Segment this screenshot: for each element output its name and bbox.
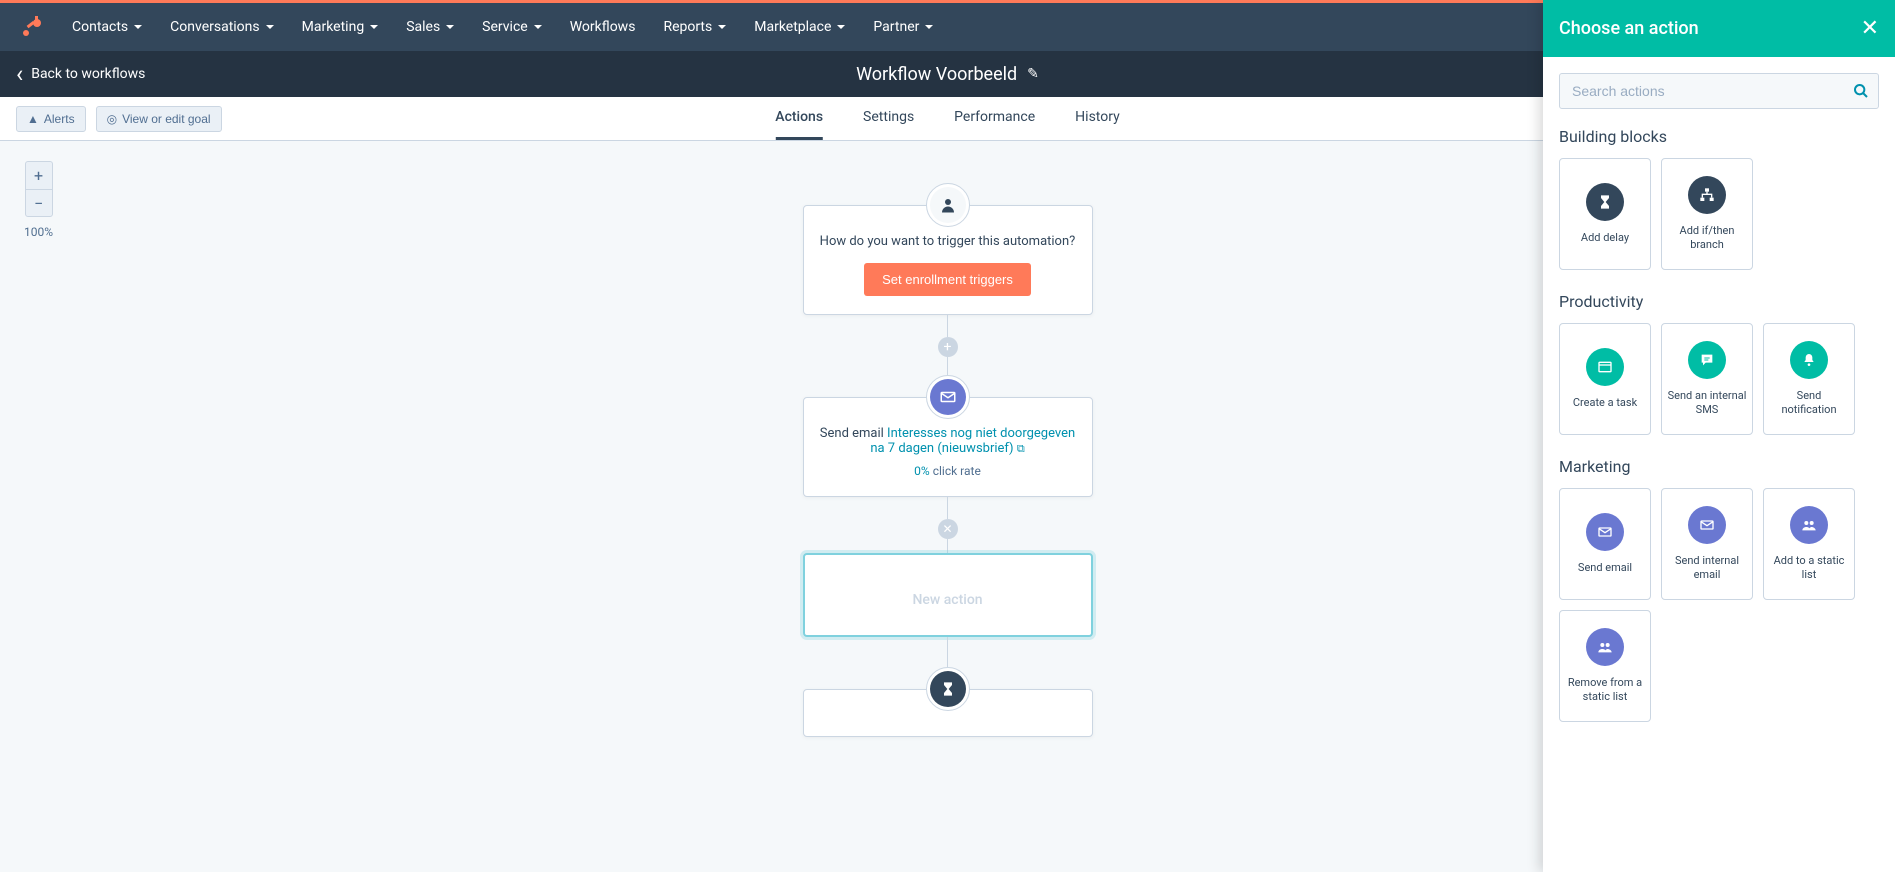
tile-send-email[interactable]: Send email bbox=[1559, 488, 1651, 600]
nav-marketing[interactable]: Marketing bbox=[302, 19, 379, 35]
section-building-title: Building blocks bbox=[1559, 127, 1879, 146]
workflow-title: Workflow Voorbeeld ✎ bbox=[856, 64, 1039, 85]
zoom-in-button[interactable]: + bbox=[25, 161, 53, 189]
tile-label: Send notification bbox=[1768, 389, 1850, 418]
hourglass-icon bbox=[930, 671, 966, 707]
tile-add-branch[interactable]: Add if/then branch bbox=[1661, 158, 1753, 270]
remove-action-button[interactable]: ✕ bbox=[938, 519, 958, 539]
delay-node-icon bbox=[926, 667, 970, 711]
tile-add-delay[interactable]: Add delay bbox=[1559, 158, 1651, 270]
people-icon bbox=[1790, 506, 1828, 544]
bell-icon bbox=[1790, 341, 1828, 379]
envelope-icon bbox=[1586, 513, 1624, 551]
zoom-controls: + − 100% bbox=[24, 161, 53, 239]
nav-conversations[interactable]: Conversations bbox=[170, 19, 273, 35]
back-to-workflows-link[interactable]: Back to workflows bbox=[0, 66, 145, 82]
search-icon bbox=[1853, 83, 1869, 99]
zoom-level: 100% bbox=[24, 225, 53, 239]
external-link-icon[interactable]: ⧉ bbox=[1017, 442, 1025, 455]
tile-add-static-list[interactable]: Add to a static list bbox=[1763, 488, 1855, 600]
tile-label: Add if/then branch bbox=[1666, 224, 1748, 253]
nav-contacts[interactable]: Contacts bbox=[72, 19, 142, 35]
people-icon bbox=[1586, 628, 1624, 666]
new-action-text: New action bbox=[912, 592, 982, 608]
close-icon[interactable]: ✕ bbox=[1861, 16, 1879, 41]
productivity-grid: Create a task Send an internal SMS Send … bbox=[1559, 323, 1879, 435]
panel-body: Building blocks Add delay Add if/then br… bbox=[1543, 57, 1895, 760]
connector bbox=[947, 497, 948, 519]
tile-label: Send internal email bbox=[1666, 554, 1748, 583]
email-prefix: Send email bbox=[820, 426, 887, 441]
tab-settings[interactable]: Settings bbox=[863, 97, 914, 140]
tab-actions[interactable]: Actions bbox=[775, 97, 823, 140]
building-grid: Add delay Add if/then branch bbox=[1559, 158, 1879, 270]
click-suffix: click rate bbox=[930, 464, 981, 478]
search-wrap bbox=[1559, 73, 1879, 109]
panel-header: Choose an action ✕ bbox=[1543, 0, 1895, 57]
marketing-grid: Send email Send internal email Add to a … bbox=[1559, 488, 1879, 722]
tile-label: Create a task bbox=[1573, 396, 1637, 410]
pencil-icon[interactable]: ✎ bbox=[1027, 66, 1039, 82]
nav-marketplace[interactable]: Marketplace bbox=[754, 19, 845, 35]
tile-label: Send an internal SMS bbox=[1666, 389, 1748, 418]
warning-icon: ▲ bbox=[27, 112, 39, 126]
tile-remove-static-list[interactable]: Remove from a static list bbox=[1559, 610, 1651, 722]
target-icon: ◎ bbox=[107, 112, 117, 126]
trigger-question: How do you want to trigger this automati… bbox=[820, 234, 1076, 249]
tile-label: Send email bbox=[1578, 561, 1632, 575]
panel-title: Choose an action bbox=[1559, 18, 1699, 39]
envelope-icon bbox=[1688, 506, 1726, 544]
tile-label: Remove from a static list bbox=[1564, 676, 1646, 705]
tile-send-notification[interactable]: Send notification bbox=[1763, 323, 1855, 435]
view-edit-goal-button[interactable]: ◎ View or edit goal bbox=[96, 106, 222, 132]
click-rate: 0% click rate bbox=[820, 464, 1076, 478]
person-icon bbox=[930, 187, 966, 223]
tabs: Actions Settings Performance History bbox=[775, 97, 1119, 140]
section-marketing-title: Marketing bbox=[1559, 457, 1879, 476]
nav-partner[interactable]: Partner bbox=[873, 19, 933, 35]
trigger-node-icon bbox=[926, 183, 970, 227]
email-action-text: Send email Interesses nog niet doorgegev… bbox=[820, 426, 1076, 456]
click-pct: 0% bbox=[914, 464, 930, 478]
alerts-button[interactable]: ▲ Alerts bbox=[16, 106, 86, 132]
connector bbox=[947, 539, 948, 553]
zoom-out-button[interactable]: − bbox=[25, 189, 53, 217]
nav-reports[interactable]: Reports bbox=[663, 19, 726, 35]
search-input[interactable] bbox=[1559, 73, 1879, 109]
goal-label: View or edit goal bbox=[122, 112, 211, 126]
tile-label: Add delay bbox=[1581, 231, 1629, 245]
envelope-icon bbox=[930, 379, 966, 415]
connector bbox=[947, 637, 948, 667]
alerts-label: Alerts bbox=[44, 112, 75, 126]
tab-history[interactable]: History bbox=[1075, 97, 1120, 140]
connector bbox=[947, 315, 948, 337]
nav-sales[interactable]: Sales bbox=[406, 19, 454, 35]
chat-icon bbox=[1688, 341, 1726, 379]
hourglass-icon bbox=[1586, 183, 1624, 221]
tab-performance[interactable]: Performance bbox=[954, 97, 1035, 140]
nav-workflows[interactable]: Workflows bbox=[570, 19, 636, 35]
branch-icon bbox=[1688, 176, 1726, 214]
email-name-link[interactable]: Interesses nog niet doorgegeven na 7 dag… bbox=[870, 426, 1075, 456]
add-action-button[interactable]: + bbox=[938, 337, 958, 357]
set-enrollment-triggers-button[interactable]: Set enrollment triggers bbox=[864, 263, 1031, 296]
window-icon bbox=[1586, 348, 1624, 386]
hubspot-logo-icon[interactable] bbox=[20, 15, 44, 39]
action-panel: Choose an action ✕ Building blocks Add d… bbox=[1543, 0, 1895, 872]
tile-send-internal-email[interactable]: Send internal email bbox=[1661, 488, 1753, 600]
workflow-flow: How do you want to trigger this automati… bbox=[803, 183, 1093, 737]
nav-service[interactable]: Service bbox=[482, 19, 542, 35]
section-productivity-title: Productivity bbox=[1559, 292, 1879, 311]
connector bbox=[947, 357, 948, 375]
email-node-icon bbox=[926, 375, 970, 419]
workflow-title-text: Workflow Voorbeeld bbox=[856, 64, 1017, 85]
tile-internal-sms[interactable]: Send an internal SMS bbox=[1661, 323, 1753, 435]
new-action-placeholder[interactable]: New action bbox=[803, 553, 1093, 637]
tile-create-task[interactable]: Create a task bbox=[1559, 323, 1651, 435]
tile-label: Add to a static list bbox=[1768, 554, 1850, 583]
